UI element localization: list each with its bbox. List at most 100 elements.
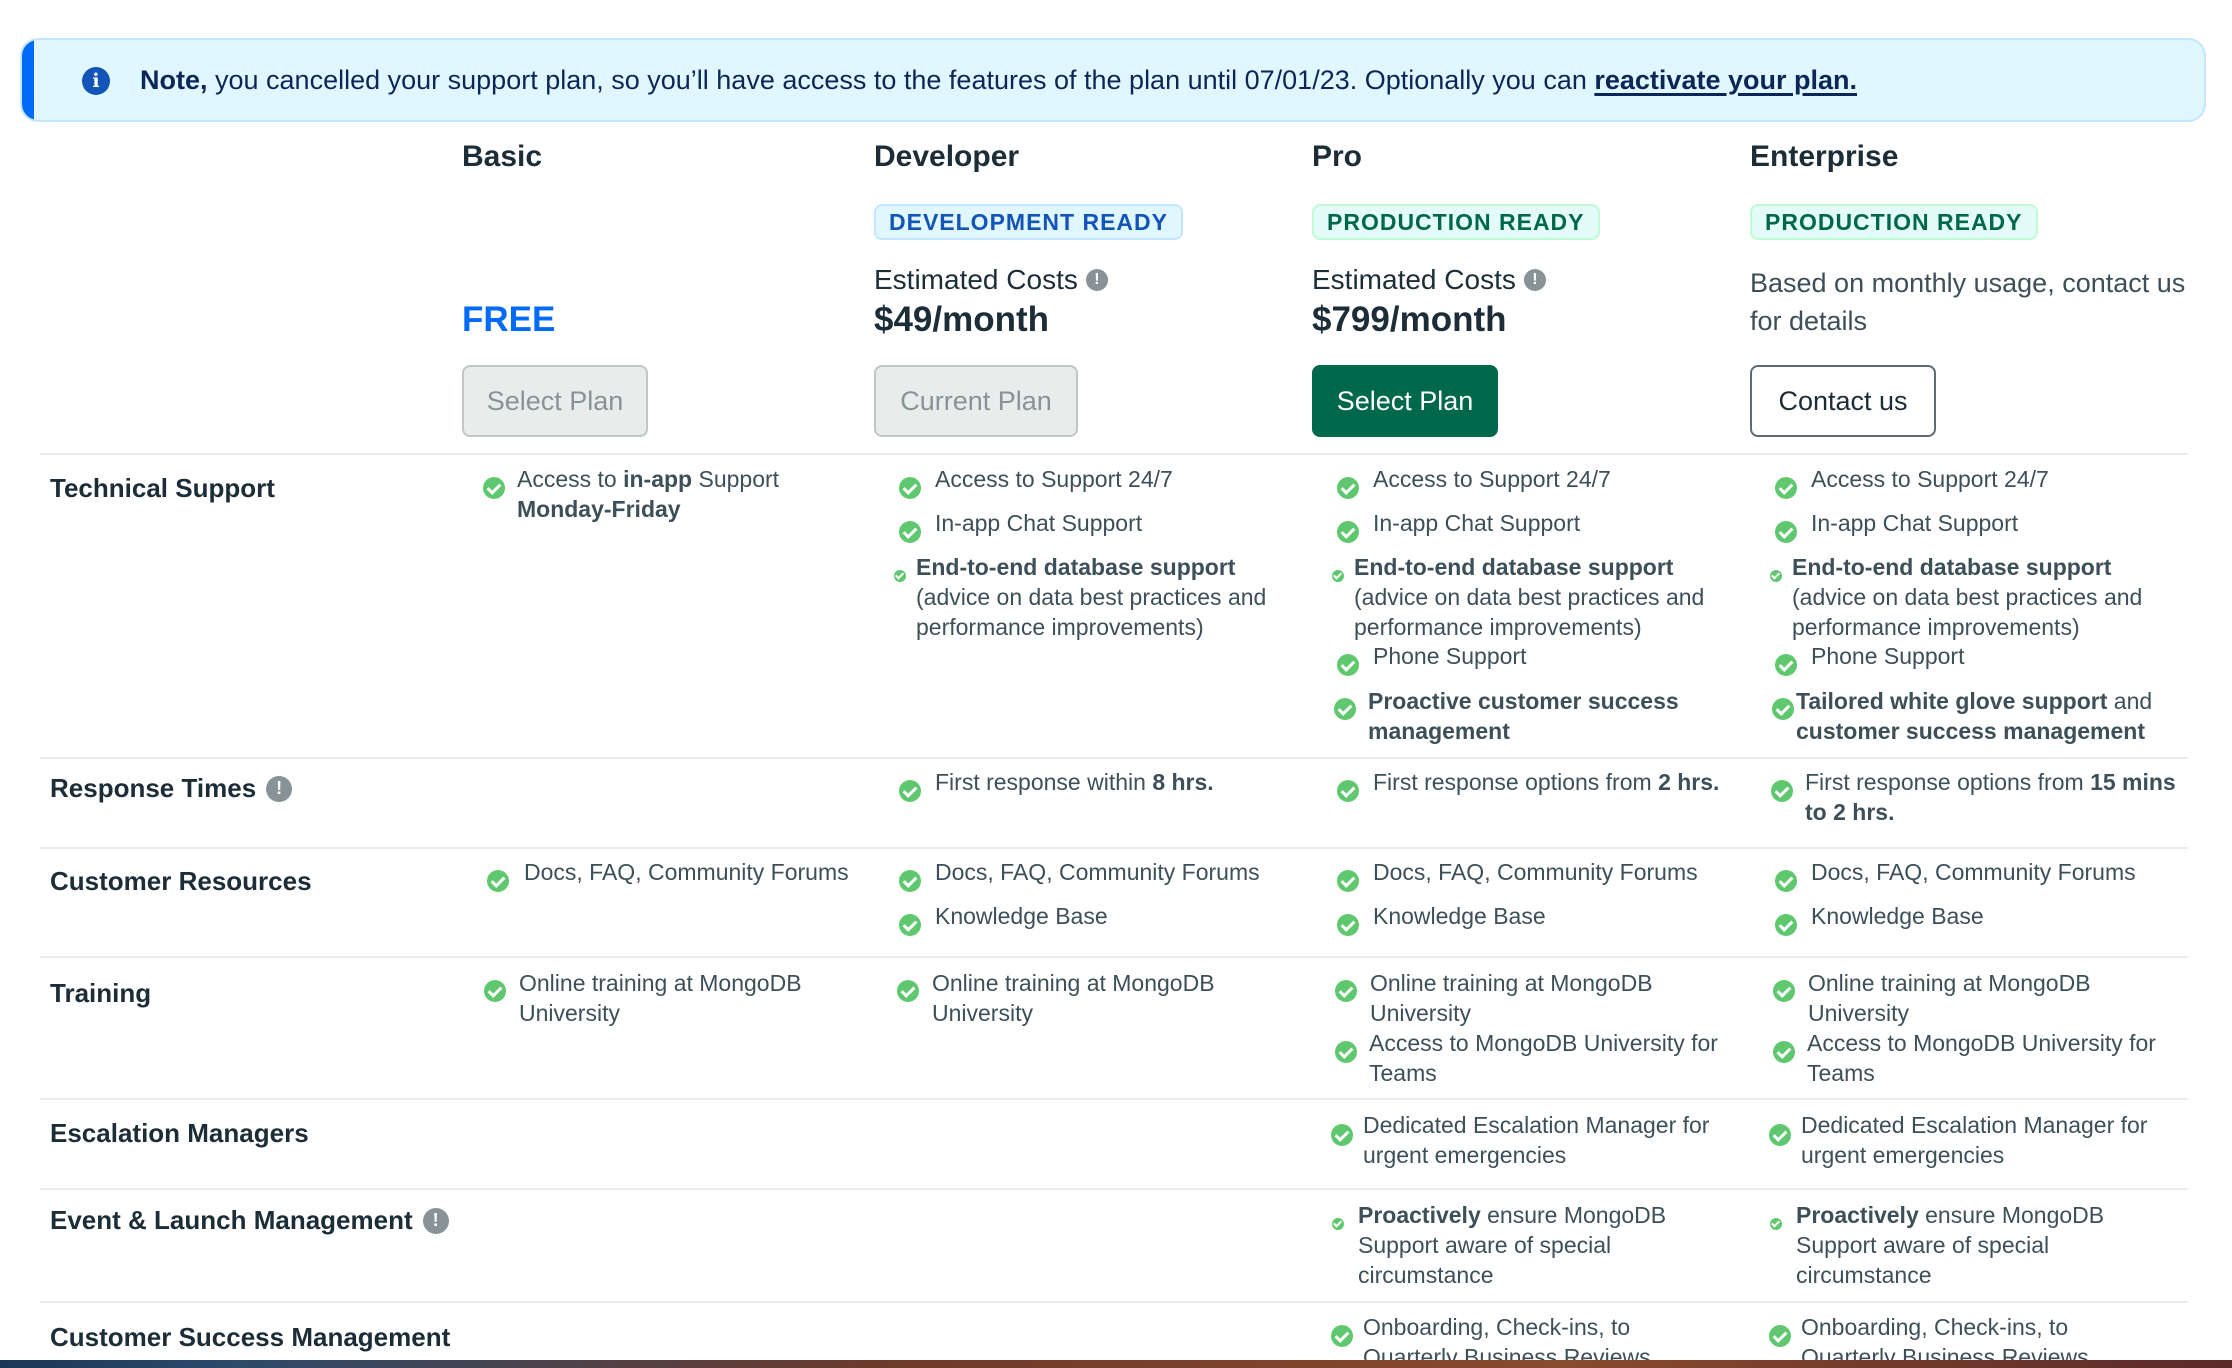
feature-item: Proactive customer success management [1368, 686, 1728, 746]
row-label-customer-resources: Customer Resources [50, 866, 312, 896]
check-icon [487, 870, 509, 892]
estimated-costs: Estimated Costs! [874, 264, 1108, 296]
row-divider [40, 956, 2188, 958]
feature-bold: End-to-end database support [1792, 554, 2112, 580]
feature-item: First response within 8 hrs. [935, 767, 1214, 797]
info-icon: i [82, 67, 110, 95]
feature-item: Access to Support 24/7 [935, 466, 1173, 492]
pro-select-plan-button[interactable]: Select Plan [1312, 365, 1498, 437]
row-label-technical-support: Technical Support [50, 473, 275, 503]
feature-item: Knowledge Base [1811, 903, 1984, 929]
plan-price: $799/month [1312, 300, 1507, 339]
check-icon [1775, 521, 1797, 543]
check-icon [1335, 1041, 1357, 1063]
current-plan-button[interactable]: Current Plan [874, 365, 1078, 437]
reactivate-plan-link[interactable]: reactivate your plan. [1594, 65, 1857, 95]
feature-item: First response options from 15 mins to 2 … [1805, 767, 2195, 827]
check-icon [897, 980, 919, 1002]
plan-price: FREE [462, 300, 556, 339]
feature-item: Knowledge Base [935, 903, 1108, 929]
check-icon [899, 521, 921, 543]
banner-message: Note, you cancelled your support plan, s… [140, 65, 1857, 96]
check-icon [1772, 698, 1794, 720]
check-icon [1769, 1124, 1791, 1146]
feature-item: End-to-end database support (advice on da… [916, 552, 1296, 642]
check-icon [1770, 570, 1782, 582]
feature-bold: Monday-Friday [517, 496, 681, 522]
check-icon [899, 870, 921, 892]
production-ready-badge: PRODUCTION READY [1312, 204, 1600, 240]
feature-item: Knowledge Base [1373, 903, 1546, 929]
row-label-text: Response Times [50, 773, 257, 803]
feature-text: First response options from [1373, 769, 1659, 795]
feature-item: In-app Chat Support [1811, 510, 2019, 536]
info-icon[interactable]: ! [1523, 269, 1546, 291]
feature-item: Access to Support 24/7 [1373, 466, 1611, 492]
check-icon [1770, 1218, 1782, 1230]
desktop-edge [0, 1360, 2232, 1368]
check-icon [1773, 1041, 1795, 1063]
check-icon [1337, 870, 1359, 892]
check-icon [1771, 780, 1793, 802]
feature-bold: End-to-end database support [916, 554, 1236, 580]
feature-bold: in-app [623, 466, 693, 492]
feature-item: Proactively ensure MongoDB Support aware… [1358, 1200, 1698, 1290]
feature-bold: customer success management [1796, 718, 2145, 744]
info-icon[interactable]: ! [422, 1207, 449, 1234]
feature-bold: Tailored white glove support [1796, 688, 2108, 714]
feature-item: Proactively ensure MongoDB Support aware… [1796, 1200, 2136, 1290]
feature-bold: 15 mins [2090, 769, 2176, 795]
info-icon[interactable]: ! [1085, 269, 1108, 291]
plan-price: $49/month [874, 300, 1050, 339]
feature-item: Dedicated Escalation Manager for urgent … [1801, 1112, 2148, 1168]
row-label-event-launch: Event & Launch Management! [50, 1205, 449, 1236]
check-icon [1332, 1218, 1344, 1230]
check-icon [1337, 521, 1359, 543]
check-icon [1337, 477, 1359, 499]
feature-item: Tailored white glove support and customer… [1796, 686, 2196, 746]
feature-item: Online training at MongoDB University [519, 970, 802, 1026]
check-icon [1335, 980, 1357, 1002]
plan-name: Pro [1312, 140, 1363, 173]
feature-bold: 2 hrs. [1658, 769, 1720, 795]
feature-item: End-to-end database support (advice on da… [1792, 552, 2172, 642]
feature-item: First response options from 2 hrs. [1373, 767, 1719, 797]
feature-text: Support [692, 466, 780, 492]
info-icon[interactable]: ! [266, 775, 293, 802]
row-divider [40, 847, 2188, 849]
check-icon [1334, 698, 1356, 720]
plan-name: Enterprise [1750, 140, 1899, 173]
row-label-training: Training [50, 978, 152, 1008]
feature-bold: to 2 hrs. [1805, 799, 1895, 825]
feature-bold: 8 hrs. [1152, 769, 1214, 795]
check-icon [1337, 780, 1359, 802]
row-divider [40, 1188, 2188, 1190]
check-icon [899, 780, 921, 802]
feature-item: Phone Support [1373, 643, 1527, 669]
check-icon [1775, 870, 1797, 892]
contact-us-button[interactable]: Contact us [1750, 365, 1936, 437]
feature-bold: End-to-end database support [1354, 554, 1674, 580]
banner-bold-prefix: Note, [140, 65, 208, 95]
feature-item: Online training at MongoDB University [932, 970, 1215, 1026]
banner-text: you cancelled your support plan, so you’… [207, 65, 1595, 95]
estimated-costs: Estimated Costs! [1312, 264, 1546, 296]
feature-item: End-to-end database support (advice on da… [1354, 552, 1734, 642]
usage-note: Based on monthly usage, contact us for d… [1750, 268, 2186, 336]
estimated-costs-label: Estimated Costs [1312, 264, 1516, 295]
check-icon [899, 477, 921, 499]
check-icon [1775, 477, 1797, 499]
plan-name: Basic [462, 140, 543, 173]
feature-item: Online training at MongoDB University [1808, 970, 2091, 1026]
feature-item: Phone Support [1811, 643, 1965, 669]
feature-item: Dedicated Escalation Manager for urgent … [1363, 1112, 1710, 1168]
basic-select-plan-button[interactable]: Select Plan [462, 365, 648, 437]
banner-accent [22, 40, 34, 120]
check-icon [1769, 1325, 1791, 1347]
feature-item: Access to in-app Support Monday-Friday [517, 464, 847, 524]
feature-item: Docs, FAQ, Community Forums [935, 859, 1260, 885]
feature-item: Online training at MongoDB University [1370, 970, 1653, 1026]
check-icon [1332, 570, 1344, 582]
check-icon [894, 570, 906, 582]
check-icon [899, 914, 921, 936]
